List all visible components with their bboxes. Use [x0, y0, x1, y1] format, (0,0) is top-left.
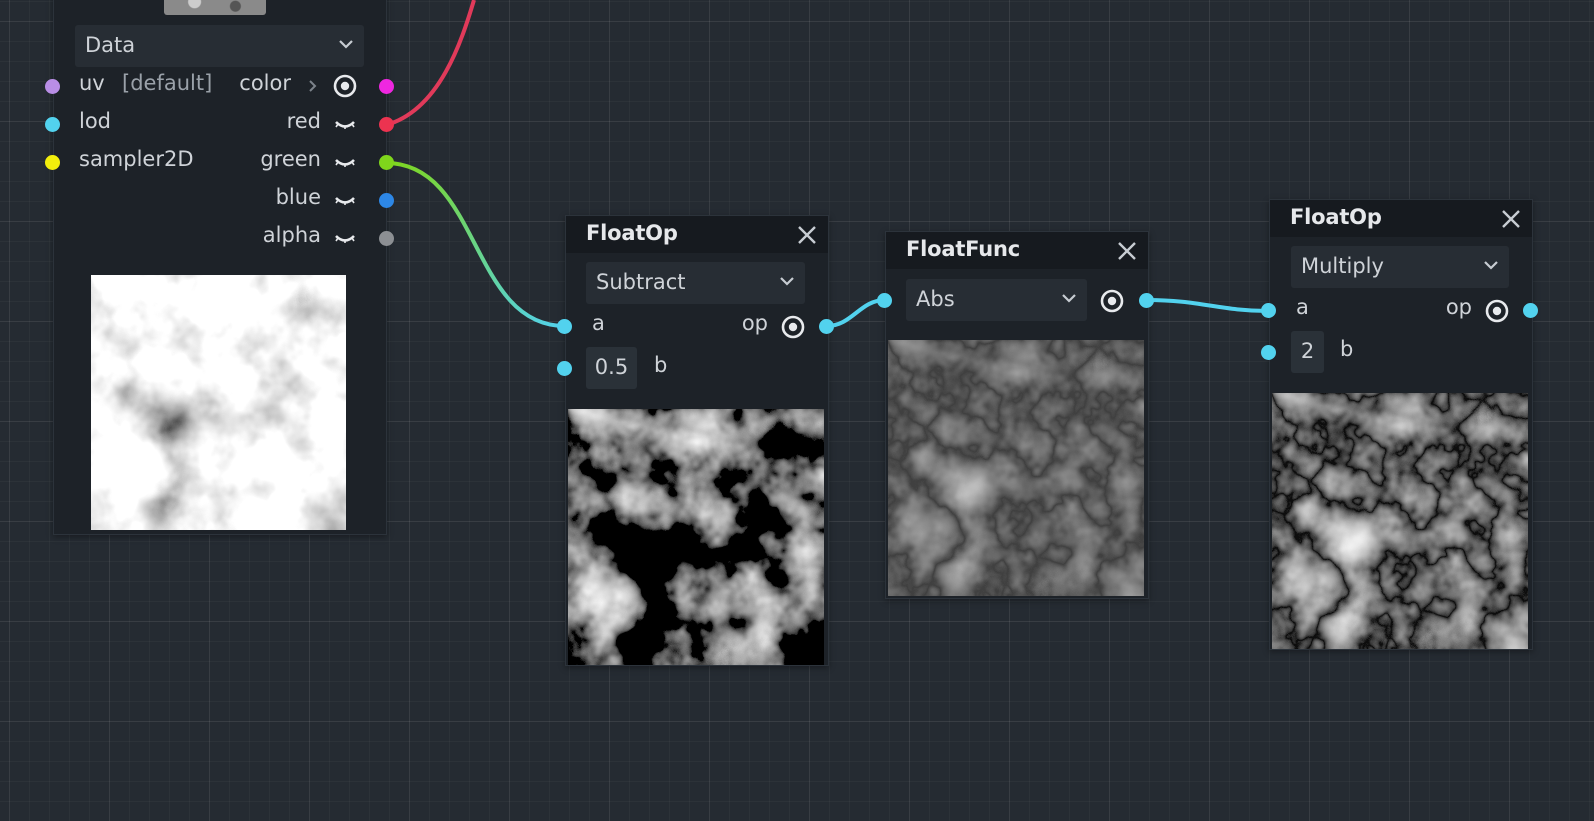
- input-b-label: b: [654, 353, 668, 377]
- wire-green-to-subtract[interactable]: [385, 161, 566, 328]
- port-green[interactable]: [379, 155, 394, 170]
- chevron-down-icon: [1062, 294, 1076, 303]
- output-op-label: op: [741, 311, 768, 335]
- wire-abs-to-multiply[interactable]: [1146, 298, 1270, 313]
- input-b-label: b: [1340, 337, 1354, 361]
- value-b-text: 2: [1300, 339, 1315, 363]
- eye-icon[interactable]: [333, 74, 357, 98]
- node-header[interactable]: FloatOp: [566, 216, 828, 253]
- operation-dropdown-label: Subtract: [596, 270, 686, 294]
- node-header[interactable]: FloatOp: [1270, 200, 1532, 237]
- output-green-label: green: [260, 147, 321, 171]
- node-title: FloatOp: [1290, 205, 1382, 229]
- function-dropdown-label: Abs: [916, 287, 955, 311]
- floatop-subtract-node[interactable]: FloatOp Subtract a op 0.5 b: [565, 215, 829, 666]
- output-red-label: red: [286, 109, 321, 133]
- port-alpha[interactable]: [379, 231, 394, 246]
- input-sampler2d-label: sampler2D: [79, 147, 194, 171]
- abs-preview: [888, 340, 1144, 596]
- floatop-multiply-node[interactable]: FloatOp Multiply a op 2 b: [1269, 199, 1533, 650]
- chevron-down-icon: [1484, 261, 1498, 270]
- close-icon[interactable]: [1500, 208, 1522, 230]
- wire-red[interactable]: [385, 0, 476, 127]
- node-title: FloatFunc: [906, 237, 1021, 261]
- input-uv-default-hint: [default]: [122, 71, 213, 95]
- eye-icon[interactable]: [1485, 299, 1509, 323]
- mode-dropdown[interactable]: Data: [75, 25, 364, 67]
- port-red[interactable]: [379, 117, 394, 132]
- chevron-down-icon: [339, 40, 353, 49]
- port-a[interactable]: [1261, 303, 1276, 318]
- port-op[interactable]: [1523, 303, 1538, 318]
- port-in[interactable]: [877, 293, 892, 308]
- input-a-label: a: [592, 311, 605, 335]
- texture-thumbnail: [164, 0, 266, 15]
- port-uv[interactable]: [45, 79, 60, 94]
- value-b-field[interactable]: 0.5: [586, 347, 637, 389]
- input-a-label: a: [1296, 295, 1309, 319]
- chevron-right-icon[interactable]: [308, 79, 318, 93]
- floatfunc-abs-node[interactable]: FloatFunc Abs: [885, 231, 1149, 599]
- texture-preview: [91, 275, 346, 530]
- output-color-label: color: [239, 71, 291, 95]
- port-sampler2d[interactable]: [45, 155, 60, 170]
- port-lod[interactable]: [45, 117, 60, 132]
- node-title: FloatOp: [586, 221, 678, 245]
- multiply-preview: [1272, 393, 1528, 649]
- input-lod-label: lod: [79, 109, 112, 133]
- node-header[interactable]: FloatFunc: [886, 232, 1148, 269]
- visibility-toggle-icon[interactable]: [334, 156, 356, 168]
- output-blue-label: blue: [275, 185, 321, 209]
- port-a[interactable]: [557, 319, 572, 334]
- port-color[interactable]: [379, 79, 394, 94]
- operation-dropdown[interactable]: Multiply: [1291, 246, 1509, 288]
- close-icon[interactable]: [796, 224, 818, 246]
- visibility-toggle-icon[interactable]: [334, 118, 356, 130]
- input-uv-label: uv: [79, 71, 105, 95]
- visibility-toggle-icon[interactable]: [334, 232, 356, 244]
- texture-node[interactable]: Data uv [default] lod sampler2D color re…: [53, 0, 387, 535]
- function-dropdown[interactable]: Abs: [906, 279, 1087, 321]
- output-op-label: op: [1445, 295, 1472, 319]
- operation-dropdown[interactable]: Subtract: [586, 262, 805, 304]
- eye-icon[interactable]: [1100, 289, 1124, 313]
- port-b[interactable]: [557, 361, 572, 376]
- port-blue[interactable]: [379, 193, 394, 208]
- output-alpha-label: alpha: [262, 223, 321, 247]
- port-b[interactable]: [1261, 345, 1276, 360]
- close-icon[interactable]: [1116, 240, 1138, 262]
- value-b-text: 0.5: [594, 355, 629, 379]
- port-out[interactable]: [1139, 293, 1154, 308]
- value-b-field[interactable]: 2: [1291, 331, 1324, 373]
- port-op[interactable]: [819, 319, 834, 334]
- visibility-toggle-icon[interactable]: [334, 194, 356, 206]
- wire-subtract-to-abs[interactable]: [826, 298, 886, 328]
- chevron-down-icon: [780, 277, 794, 286]
- eye-icon[interactable]: [781, 315, 805, 339]
- mode-dropdown-label: Data: [85, 33, 136, 57]
- operation-dropdown-label: Multiply: [1301, 254, 1384, 278]
- subtract-preview: [568, 409, 824, 665]
